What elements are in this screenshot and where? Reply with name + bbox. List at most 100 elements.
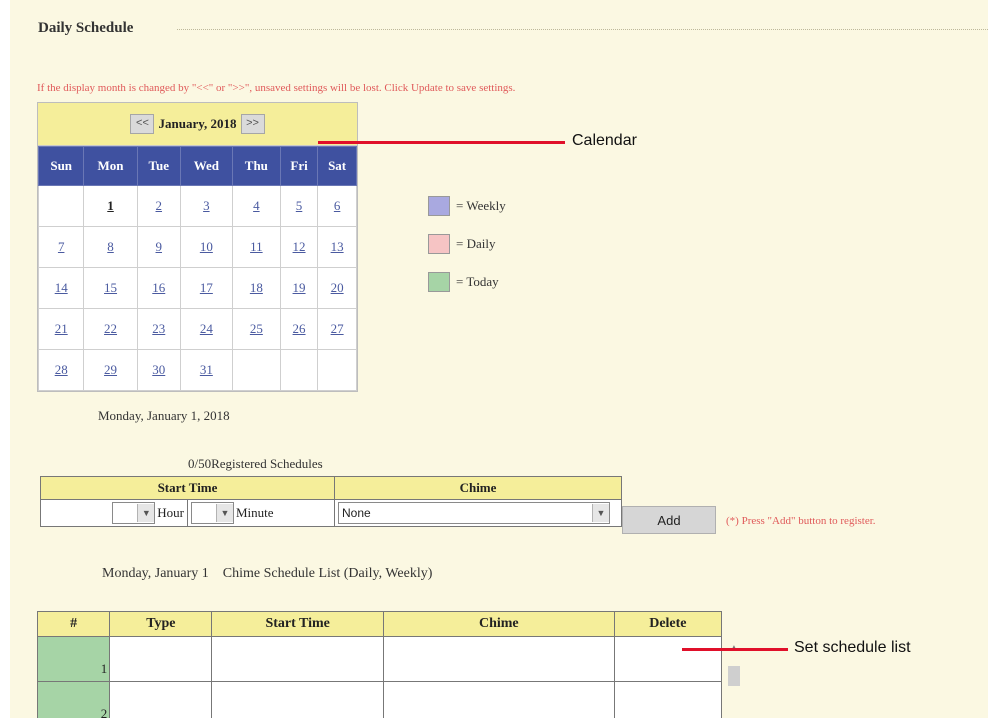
calendar-day[interactable]: 9 [136,226,181,268]
section-divider [177,29,988,30]
calendar-day[interactable]: 22 [83,308,138,350]
weekday-header: Fri [279,146,319,186]
schedule-list-table: # Type Start Time Chime Delete 1 2 [36,611,723,718]
list-scrollbar[interactable]: ▲ [726,640,742,718]
calendar-week: 21 22 23 24 25 26 27 [37,308,357,350]
row-delete[interactable] [613,636,723,682]
hour-label: Hour [157,505,184,520]
calendar-empty-cell [37,185,85,227]
section-title: Daily Schedule [38,20,134,36]
minute-select[interactable]: ▼ [191,502,234,524]
row-start-time [211,681,384,718]
calendar-day[interactable]: 8 [83,226,138,268]
calendar-day[interactable]: 19 [279,267,319,309]
legend-weekly: = Weekly [428,196,506,216]
calendar-week: 123456 [37,185,357,227]
calendar-week: 28 29 30 31 [37,349,357,391]
calendar-week: 7 8 9 10 11 12 13 [37,226,357,268]
weekday-header: Sat [317,146,357,186]
calendar-empty-cell [279,349,319,391]
weekday-header: Tue [136,146,181,186]
chevron-down-icon: ▼ [216,504,233,522]
list-callout: Set schedule list [794,639,911,656]
table-row: 1 [36,636,723,682]
calendar-day[interactable]: 3 [179,185,233,227]
chime-select[interactable]: None ▼ [338,502,610,524]
col-delete: Delete [613,611,723,637]
chevron-down-icon: ▼ [137,504,155,522]
chime-header: Chime [334,476,622,500]
calendar-day[interactable]: 17 [179,267,233,309]
row-chime [382,636,615,682]
legend: = Weekly = Daily = Today [428,196,506,310]
weekday-row: Sun Mon Tue Wed Thu Fri Sat [37,146,357,186]
unsaved-warning: If the display month is changed by "<<" … [37,82,516,94]
weekday-header: Thu [231,146,281,186]
calendar-empty-cell [231,349,281,391]
col-start-time: Start Time [211,611,384,637]
calendar-day[interactable]: 25 [231,308,281,350]
scroll-thumb[interactable] [728,666,740,686]
calendar-body: 1 2 3 4 5 6 7 8 9 10 11 12 13 14 15 16 17 18 19 20 21 22 23 24 2… [37,185,357,391]
registration-table: Start Time Chime ▼ Hour ▼ Minute None ▼ [40,476,622,527]
calendar-day[interactable]: 20 [317,267,357,309]
weekday-header: Mon [83,146,138,186]
calendar-day[interactable]: 30 [136,349,181,391]
weekly-swatch [428,196,450,216]
chevron-down-icon: ▼ [592,504,609,522]
row-index: 1 [36,636,111,682]
calendar-day[interactable]: 11 [231,226,281,268]
calendar-day[interactable]: 10 [179,226,233,268]
row-chime [382,681,615,718]
calendar-callout-line [318,141,565,144]
calendar-day[interactable]: 2 [136,185,181,227]
calendar-day[interactable]: 28 [37,349,85,391]
hour-select[interactable]: ▼ [112,502,156,524]
calendar-day[interactable]: 31 [179,349,233,391]
row-start-time [211,636,384,682]
calendar-day[interactable]: 21 [37,308,85,350]
calendar-day[interactable]: 14 [37,267,85,309]
col-chime: Chime [382,611,615,637]
add-button[interactable]: Add [622,506,716,534]
col-index: # [36,611,111,637]
calendar-empty-cell [317,349,357,391]
row-type [109,636,213,682]
weekday-header: Wed [179,146,233,186]
calendar-day[interactable]: 1 [83,185,138,227]
legend-today: = Today [428,272,506,292]
calendar-day[interactable]: 27 [317,308,357,350]
legend-label: = Daily [456,236,496,251]
prev-month-button[interactable]: << [130,114,155,134]
weekday-header: Sun [37,146,85,186]
calendar-day[interactable]: 15 [83,267,138,309]
calendar-day[interactable]: 12 [279,226,319,268]
calendar-day[interactable]: 4 [231,185,281,227]
calendar-day[interactable]: 24 [179,308,233,350]
calendar: << January, 2018 >> Sun Mon Tue Wed Thu Fri Sa… [37,102,358,392]
calendar-day[interactable]: 7 [37,226,85,268]
row-type [109,681,213,718]
schedule-list-title: Monday, January 1 Chime Schedule List (D… [102,566,433,581]
calendar-day[interactable]: 5 [279,185,319,227]
calendar-callout: Calendar [572,132,637,149]
calendar-day[interactable]: 29 [83,349,138,391]
calendar-day[interactable]: 26 [279,308,319,350]
registered-count: 0/50Registered Schedules [188,456,323,471]
col-type: Type [109,611,213,637]
daily-swatch [428,234,450,254]
next-month-button[interactable]: >> [240,114,265,134]
legend-label: = Weekly [456,198,506,213]
selected-date: Monday, January 1, 2018 [98,408,230,423]
legend-label: = Today [456,274,499,289]
row-delete[interactable] [613,681,723,718]
calendar-day[interactable]: 13 [317,226,357,268]
calendar-week: 14 15 16 17 18 19 20 [37,267,357,309]
calendar-day[interactable]: 16 [136,267,181,309]
calendar-day[interactable]: 6 [317,185,357,227]
calendar-day[interactable]: 18 [231,267,281,309]
legend-daily: = Daily [428,234,506,254]
today-swatch [428,272,450,292]
row-index: 2 [36,681,111,718]
calendar-day[interactable]: 23 [136,308,181,350]
